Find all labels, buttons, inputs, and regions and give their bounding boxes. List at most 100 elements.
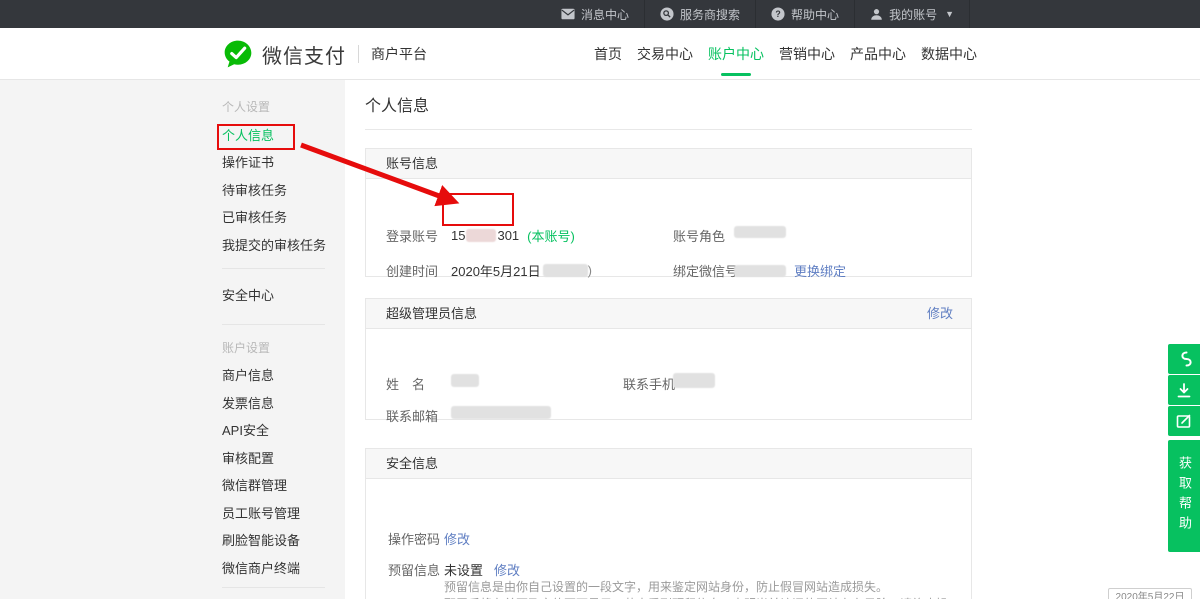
topbar: 消息中心 服务商搜索 ? 帮助中心 (0, 0, 1200, 28)
contact-phone-label: 联系手机 (623, 374, 675, 393)
bound-wechat-label: 绑定微信号 (673, 261, 738, 280)
redacted-value (543, 264, 588, 277)
login-account-label: 登录账号 (386, 226, 438, 245)
nav-data-center[interactable]: 数据中心 (921, 40, 977, 68)
operation-password-label: 操作密码 (388, 529, 440, 548)
redacted-value (673, 373, 715, 388)
sidebar-divider (222, 587, 325, 588)
sidebar-divider (222, 268, 325, 269)
topbar-item-label: 帮助中心 (791, 6, 839, 23)
login-suffix: 301 (497, 228, 519, 243)
sidebar-item-security-center[interactable]: 安全中心 (222, 282, 332, 310)
redacted-value (734, 226, 786, 238)
edit-reserve-link[interactable]: 修改 (494, 560, 520, 579)
sidebar-item-invoice-info[interactable]: 发票信息 (222, 390, 332, 418)
login-account-value: 15 301 (本账号) (451, 226, 575, 245)
question-icon: ? (771, 7, 785, 21)
change-binding-link[interactable]: 更换绑定 (794, 261, 846, 280)
account-info-card: 账号信息 登录账号 15 301 (本账号) 账号角色 创建时间 2020年5月… (365, 148, 972, 277)
wechat-pay-logo[interactable]: 微信支付 商户平台 (222, 38, 427, 70)
sidebar-item-api-security[interactable]: API安全 (222, 417, 332, 445)
created-time-value: 2020年5月21日 ) (451, 261, 592, 280)
topbar-item-label: 服务商搜索 (680, 6, 740, 23)
redacted-value (451, 406, 551, 419)
wechat-pay-merchant-page: 消息中心 服务商搜索 ? 帮助中心 (0, 0, 1200, 599)
header: 微信支付 商户平台 首页 交易中心 账户中心 营销中心 产品中心 数据中心 (0, 28, 1200, 80)
logo-divider (358, 45, 359, 63)
sidebar-item-wechat-merchant-terminal[interactable]: 微信商户终端 (222, 555, 332, 583)
edit-admin-link[interactable]: 修改 (927, 299, 953, 328)
super-admin-header-label: 超级管理员信息 (386, 306, 477, 321)
current-account-note: (本账号) (527, 226, 575, 245)
name-label: 姓 名 (386, 374, 425, 393)
hotline-button[interactable] (1168, 344, 1200, 374)
redacted-value (451, 374, 479, 387)
sidebar-item-staff-account-mgmt[interactable]: 员工账号管理 (222, 500, 332, 528)
sidebar-item-review-config[interactable]: 审核配置 (222, 445, 332, 473)
wechat-pay-logo-icon (222, 38, 254, 70)
get-help-button[interactable]: 获取帮助 (1168, 440, 1200, 552)
contact-email-value (451, 406, 551, 419)
created-date: 2020年5月21日 (451, 261, 541, 280)
download-button[interactable] (1168, 375, 1200, 405)
portal-name: 商户平台 (371, 44, 427, 64)
reserve-info-label: 预留信息 (388, 560, 440, 579)
redacted-value (466, 229, 496, 242)
sidebar-item-personal-info[interactable]: 个人信息 (222, 122, 332, 150)
nav-marketing-center[interactable]: 营销中心 (779, 40, 835, 68)
topbar-item-label: 消息中心 (581, 6, 629, 23)
contact-email-label: 联系邮箱 (386, 406, 438, 425)
download-icon (1176, 382, 1192, 399)
super-admin-card: 超级管理员信息 修改 姓 名 联系手机 联系邮箱 (365, 298, 972, 420)
redacted-value (734, 265, 786, 277)
mail-icon (561, 8, 575, 20)
link-icon (1176, 350, 1192, 368)
page-title: 个人信息 (365, 92, 429, 116)
bound-wechat-value: 更换绑定 (734, 261, 846, 280)
my-account-item[interactable]: 我的账号 ▼ (854, 0, 970, 28)
feedback-button[interactable] (1168, 406, 1200, 436)
edit-password-link[interactable]: 修改 (444, 529, 470, 548)
contact-phone-value (673, 373, 715, 388)
edit-icon (1176, 413, 1192, 429)
nav-transaction-center[interactable]: 交易中心 (637, 40, 693, 68)
sidebar-item-pending-review-tasks[interactable]: 待审核任务 (222, 177, 332, 205)
sidebar-item-reviewed-tasks[interactable]: 已审核任务 (222, 204, 332, 232)
sidebar-item-wechat-group-mgmt[interactable]: 微信群管理 (222, 472, 332, 500)
nav-home[interactable]: 首页 (594, 40, 622, 68)
created-time-label: 创建时间 (386, 261, 438, 280)
brand-name: 微信支付 (262, 40, 346, 69)
help-center-item[interactable]: ? 帮助中心 (755, 0, 854, 28)
get-help-label: 获取帮助 (1168, 456, 1200, 536)
service-provider-search-item[interactable]: 服务商搜索 (644, 0, 755, 28)
desc-line: 配置后将在首页及充值页面显示。若未看到预留信息，表明当前访问的网站存在风险，请终… (444, 596, 954, 599)
sidebar-item-operation-certificate[interactable]: 操作证书 (222, 149, 332, 177)
security-info-card: 安全信息 操作密码 修改 预留信息 未设置 修改 预留信息是由你自己设置的一段文… (365, 448, 972, 599)
sidebar-item-my-submitted-tasks[interactable]: 我提交的审核任务 (222, 232, 332, 260)
account-card-header: 账号信息 (366, 149, 971, 179)
message-center-item[interactable]: 消息中心 (546, 0, 644, 28)
sidebar-item-merchant-info[interactable]: 商户信息 (222, 362, 332, 390)
svg-text:?: ? (775, 9, 780, 19)
nav-account-center[interactable]: 账户中心 (708, 40, 764, 68)
nav-product-center[interactable]: 产品中心 (850, 40, 906, 68)
caret-down-icon: ▼ (945, 9, 954, 19)
login-prefix: 15 (451, 228, 465, 243)
reserve-info-description: 预留信息是由你自己设置的一段文字，用来鉴定网站身份，防止假冒网站造成损失。 配置… (444, 579, 954, 599)
reserve-info-value: 未设置 (444, 560, 483, 579)
sidebar: 个人设置 个人信息 操作证书 待审核任务 已审核任务 我提交的审核任务 安全中心… (222, 94, 332, 588)
floating-help-widget: 获取帮助 (1168, 344, 1200, 553)
user-icon (870, 8, 883, 21)
name-value (451, 374, 479, 387)
sidebar-item-face-device[interactable]: 刷脸智能设备 (222, 527, 332, 555)
sidebar-divider (222, 324, 325, 325)
account-role-label: 账号角色 (673, 226, 725, 245)
title-divider (365, 129, 972, 130)
security-card-header: 安全信息 (366, 449, 971, 479)
super-admin-card-header: 超级管理员信息 修改 (366, 299, 971, 329)
created-tail: ) (588, 263, 592, 278)
sidebar-group-account-settings: 账户设置 (222, 335, 332, 363)
account-role-value (734, 226, 786, 238)
topbar-menu: 消息中心 服务商搜索 ? 帮助中心 (546, 0, 970, 28)
sidebar-group-personal-settings: 个人设置 (222, 94, 332, 122)
